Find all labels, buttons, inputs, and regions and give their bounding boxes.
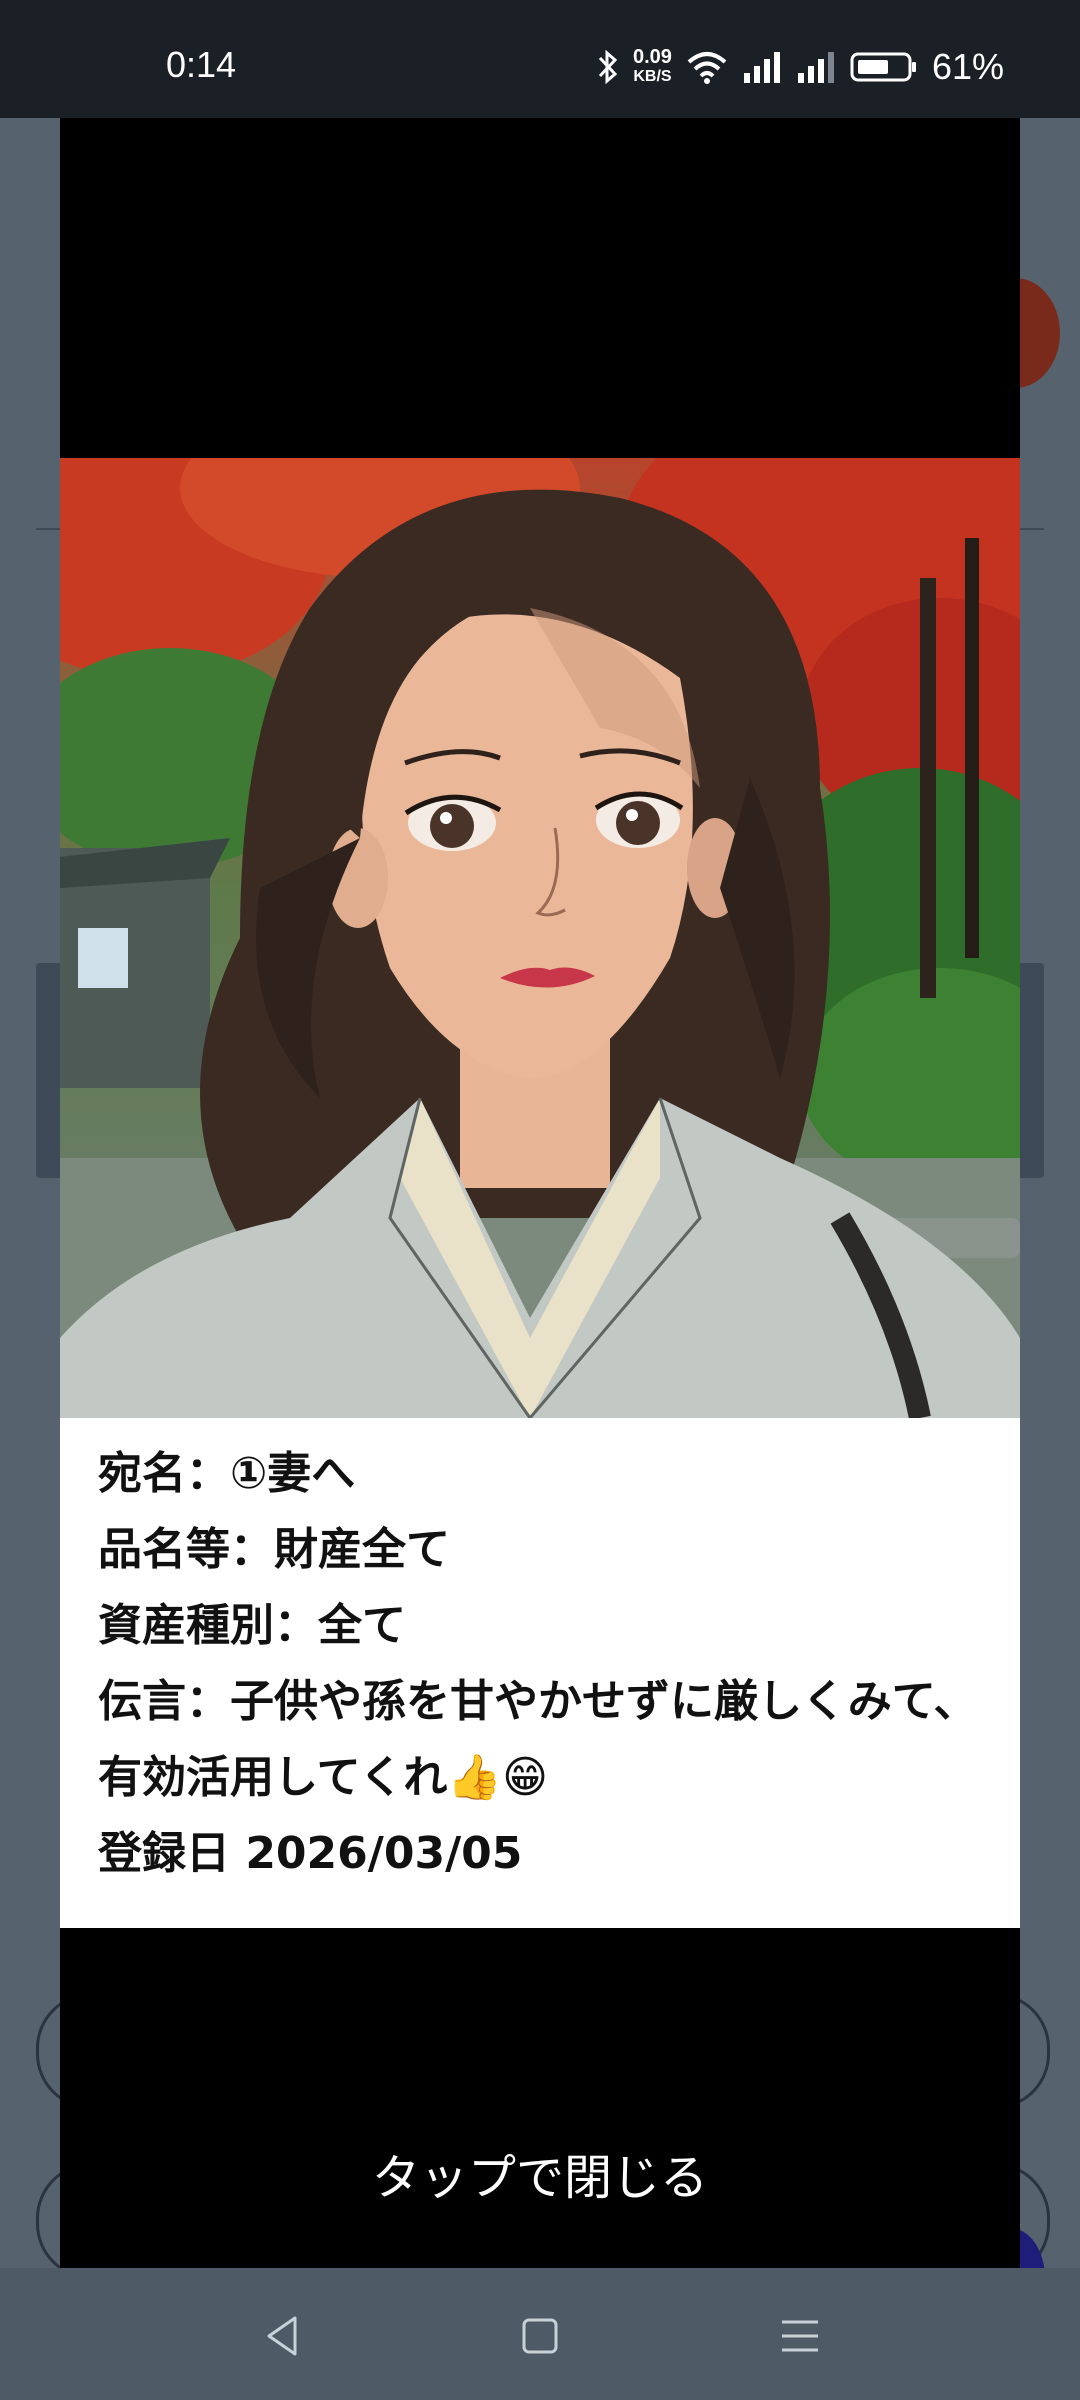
network-speed-value: 0.09: [633, 46, 672, 68]
info-panel: 宛名：①妻へ 品名等：財産全て 資産種別：全て 伝言：子供や孫を甘やかせずに厳し…: [60, 1418, 1020, 1928]
message-text: 伝言：子供や孫を甘やかせずに厳しくみて、有効活用してくれ👍😁: [98, 1676, 978, 1803]
network-speed: 0.09 KB/S: [633, 47, 672, 87]
network-speed-unit: KB/S: [633, 68, 672, 85]
back-icon[interactable]: [255, 2308, 311, 2364]
registration-date: 登録日 2026/03/05: [98, 1828, 523, 1879]
tap-to-close-hint[interactable]: タップで閉じる: [60, 2138, 1020, 2208]
menu-icon[interactable]: [772, 2308, 828, 2364]
status-icons: 0.09 KB/S 61%: [597, 46, 1004, 88]
wifi-icon: [687, 52, 727, 84]
signal-icon: [743, 52, 780, 83]
asset-type-label: 資産種別：全て: [98, 1600, 406, 1651]
battery-percent: 61%: [931, 46, 1004, 87]
image-viewer-modal[interactable]: 宛名：①妻へ 品名等：財産全て 資産種別：全て 伝言：子供や孫を甘やかせずに厳し…: [60, 118, 1020, 2268]
status-time: 0:14: [166, 44, 237, 85]
navigation-bar: [0, 2268, 1080, 2400]
home-icon[interactable]: [512, 2308, 568, 2364]
recipient-label: 宛名：①妻へ: [98, 1448, 356, 1499]
portrait-image: [60, 458, 1020, 1418]
item-name-label: 品名等：財産全て: [98, 1524, 450, 1575]
status-bar: 0:14 0.09 KB/S 61%: [0, 0, 1080, 118]
signal-icon-sim2: [797, 52, 834, 83]
battery-icon: [850, 52, 916, 82]
bluetooth-icon: [598, 49, 618, 85]
portrait-illustration: [60, 458, 1020, 1418]
